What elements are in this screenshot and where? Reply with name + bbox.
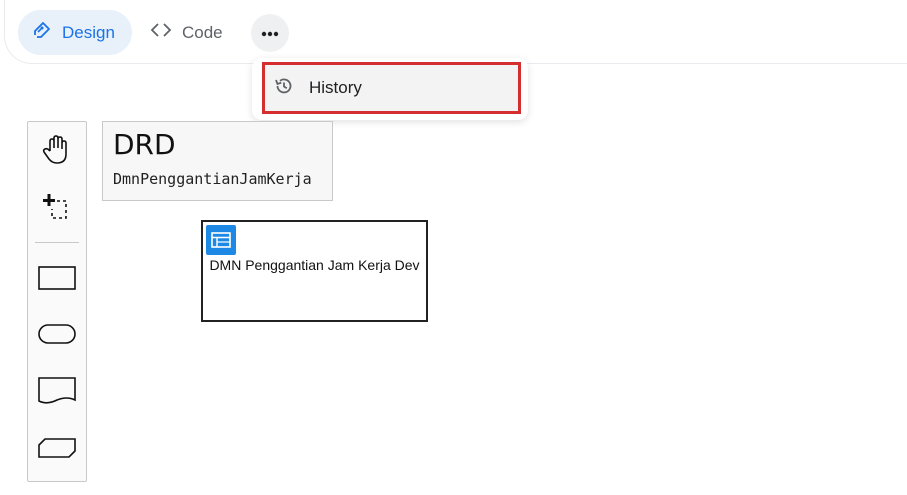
hand-tool[interactable] xyxy=(28,128,86,176)
history-icon xyxy=(273,75,295,102)
tab-design[interactable]: Design xyxy=(18,10,132,55)
tab-code[interactable]: Code xyxy=(150,10,223,55)
code-brackets-icon xyxy=(150,20,172,45)
decision-shape-icon xyxy=(37,265,77,296)
menu-item-history-label: History xyxy=(309,78,362,97)
decision-node[interactable]: DMN Penggantian Jam Kerja Dev xyxy=(201,220,428,322)
top-toolbar xyxy=(4,0,907,64)
palette-divider xyxy=(35,242,79,243)
create-knowledge-source-tool[interactable] xyxy=(28,369,86,417)
business-knowledge-model-shape-icon xyxy=(37,437,77,464)
decision-label: DMN Penggantian Jam Kerja Dev xyxy=(209,257,420,273)
menu-item-history[interactable]: History xyxy=(262,62,521,114)
create-input-data-tool[interactable] xyxy=(28,312,86,360)
decision-table-icon[interactable] xyxy=(206,225,236,255)
drd-title: DRD xyxy=(113,128,176,161)
lasso-tool-icon xyxy=(38,187,76,230)
create-decision-tool[interactable] xyxy=(28,256,86,304)
hand-tool-icon xyxy=(40,133,74,172)
tab-code-label: Code xyxy=(182,22,223,42)
more-options-menu: History xyxy=(252,58,528,120)
create-business-knowledge-model-tool[interactable] xyxy=(28,426,86,474)
tool-palette xyxy=(27,121,87,482)
more-options-button[interactable] xyxy=(251,14,289,52)
pen-icon xyxy=(32,20,52,45)
lasso-tool[interactable] xyxy=(28,184,86,232)
drd-definitions-box[interactable]: DRD DmnPenggantianJamKerja xyxy=(102,121,333,201)
more-horizontal-icon xyxy=(260,24,280,42)
tab-design-label: Design xyxy=(62,22,115,42)
drd-name: DmnPenggantianJamKerja xyxy=(113,170,312,188)
knowledge-source-shape-icon xyxy=(37,376,77,411)
input-data-shape-icon xyxy=(37,323,77,350)
